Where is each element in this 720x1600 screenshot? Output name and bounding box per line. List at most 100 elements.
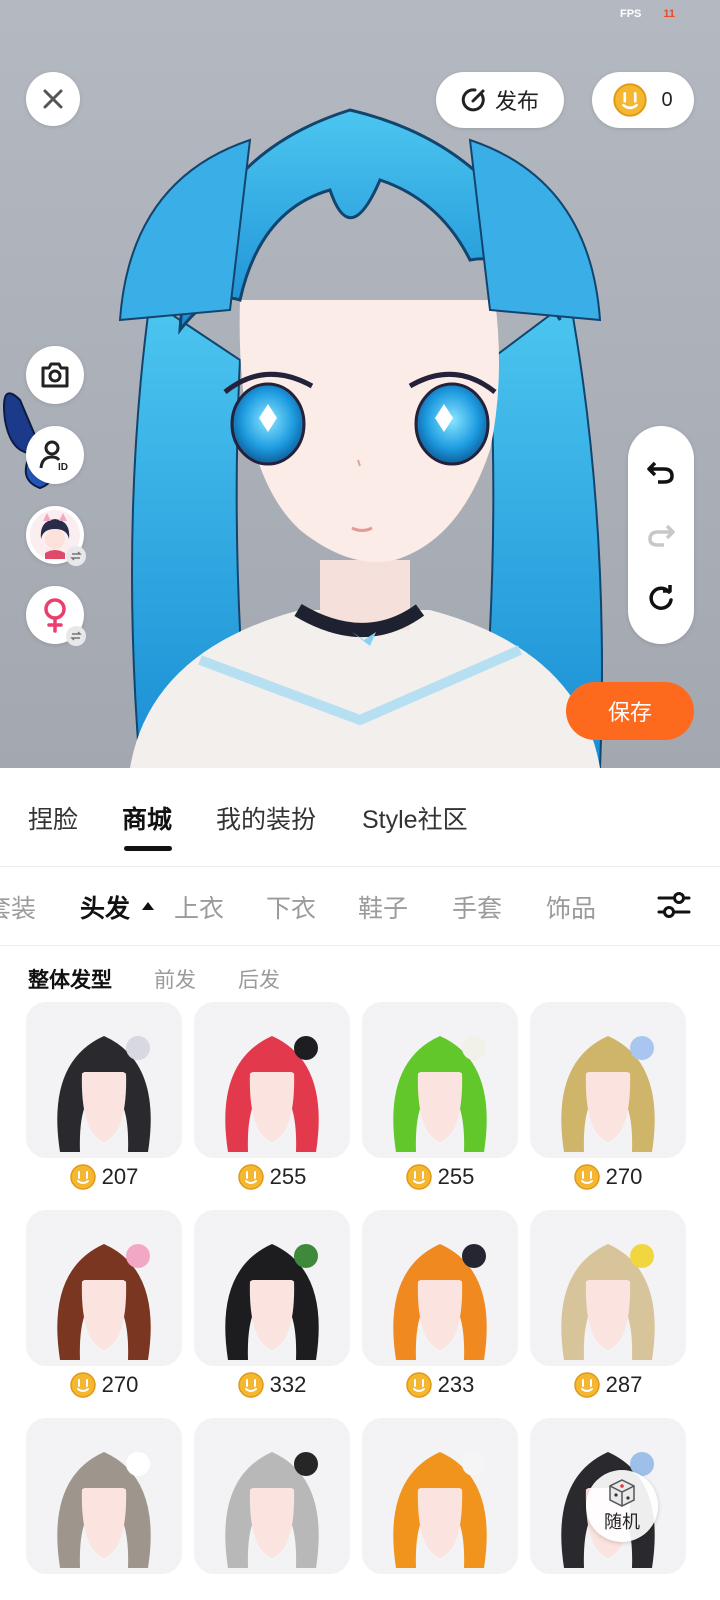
hair-item-tile[interactable] [194, 1418, 350, 1574]
category-suits[interactable]: 套装 [0, 889, 36, 925]
publish-label: 发布 [494, 89, 539, 114]
price-value: 255 [269, 1164, 307, 1189]
active-tab-indicator [124, 846, 172, 851]
hair-item-tile[interactable] [362, 1002, 518, 1158]
coin-icon [613, 83, 648, 117]
category-accessories[interactable]: 饰品 [546, 889, 596, 925]
dice-icon [609, 1479, 635, 1507]
person-id-icon: ID [39, 440, 68, 472]
price-tag: 207 [26, 1162, 182, 1192]
coin-icon [573, 1372, 600, 1398]
price-value: 287 [605, 1372, 643, 1397]
fps-counter: FPS 11 [620, 8, 675, 20]
publish-icon [461, 88, 485, 112]
category-hair[interactable]: 头发 [80, 889, 130, 925]
save-button[interactable]: 保存 [566, 682, 694, 740]
hair-item-tile[interactable] [194, 1210, 350, 1366]
tab-style-community[interactable]: Style社区 [362, 800, 468, 836]
price-tag: 287 [530, 1370, 686, 1400]
category-gloves[interactable]: 手套 [452, 889, 502, 925]
hairstyle-thumbnail [393, 1036, 487, 1152]
camera-icon [41, 362, 69, 388]
category-bottoms[interactable]: 下衣 [266, 889, 316, 925]
avatar-preview[interactable]: FPS 11 发布 0 ID 保存 [0, 0, 720, 768]
female-icon [44, 598, 66, 633]
main-tab-bar: 捏脸 商城 我的装扮 Style社区 [0, 768, 720, 866]
hairstyle-thumbnail [561, 1244, 655, 1360]
coin-icon [573, 1164, 600, 1190]
hairstyle-thumbnail [57, 1452, 151, 1568]
category-bar: 套装 头发 上衣 下衣 鞋子 手套 饰品 [0, 866, 720, 946]
price-tag: 332 [194, 1370, 350, 1400]
hair-item-tile[interactable] [26, 1210, 182, 1366]
coin-icon [237, 1164, 264, 1190]
coin-icon [405, 1372, 432, 1398]
close-button[interactable] [26, 72, 80, 126]
swap-arrows-icon [70, 631, 82, 641]
fps-label: FPS [620, 8, 642, 20]
price-tag: 270 [26, 1370, 182, 1400]
swap-arrows-icon [70, 551, 82, 561]
redo-icon [648, 524, 675, 547]
undo-button[interactable] [641, 452, 681, 492]
close-icon [43, 89, 63, 109]
coin-balance-button[interactable]: 0 [592, 72, 694, 128]
category-shoes[interactable]: 鞋子 [358, 889, 408, 925]
reset-button[interactable] [641, 578, 681, 618]
subtab-front-hair[interactable]: 前发 [154, 964, 196, 994]
publish-button[interactable]: 发布 [436, 72, 564, 128]
hair-item-tile[interactable] [530, 1002, 686, 1158]
coin-icon [69, 1164, 96, 1190]
tab-shop[interactable]: 商城 [122, 800, 172, 836]
history-controls [628, 426, 694, 644]
hair-item-tile[interactable] [26, 1002, 182, 1158]
hairstyle-thumbnail [561, 1036, 655, 1152]
caret-up-icon [142, 902, 154, 910]
price-value: 207 [101, 1164, 139, 1189]
hairstyle-thumbnail [57, 1244, 151, 1360]
gender-switch-button[interactable] [26, 586, 86, 646]
coin-icon [69, 1372, 96, 1398]
undo-icon [647, 461, 674, 484]
hairstyle-thumbnail [225, 1452, 319, 1568]
price-value: 255 [437, 1164, 475, 1189]
avatar-id-button[interactable]: ID [26, 426, 84, 484]
random-button[interactable]: 随机 [586, 1470, 658, 1542]
filter-sliders-icon [657, 892, 691, 918]
price-tag: 255 [194, 1162, 350, 1192]
category-tops[interactable]: 上衣 [174, 889, 224, 925]
random-label: 随机 [604, 1512, 640, 1532]
price-tag: 255 [362, 1162, 518, 1192]
fps-value: 11 [663, 8, 676, 20]
tab-my-outfits[interactable]: 我的装扮 [216, 800, 316, 836]
hair-item-tile[interactable] [194, 1002, 350, 1158]
hair-item-tile[interactable] [362, 1418, 518, 1574]
subtab-back-hair[interactable]: 后发 [238, 964, 280, 994]
coin-icon [237, 1372, 264, 1398]
reset-icon [649, 585, 673, 611]
coin-balance: 0 [661, 88, 673, 111]
camera-button[interactable] [26, 346, 84, 404]
price-value: 270 [605, 1164, 643, 1189]
subtab-full-hairstyle[interactable]: 整体发型 [28, 964, 112, 994]
swap-badge [66, 626, 86, 646]
hairstyle-thumbnail [225, 1036, 319, 1152]
hairstyle-thumbnail [225, 1244, 319, 1360]
hairstyle-thumbnail [393, 1244, 487, 1360]
hair-item-tile[interactable] [26, 1418, 182, 1574]
price-tag: 270 [530, 1162, 686, 1192]
hairstyle-thumbnail [57, 1036, 151, 1152]
price-tag: 233 [362, 1370, 518, 1400]
filter-button[interactable] [654, 885, 694, 925]
svg-text:ID: ID [58, 462, 68, 472]
price-value: 233 [437, 1372, 475, 1397]
tab-face[interactable]: 捏脸 [28, 800, 78, 836]
price-value: 270 [101, 1372, 139, 1397]
hair-item-tile[interactable] [362, 1210, 518, 1366]
hair-item-tile[interactable] [530, 1210, 686, 1366]
preset-look-button[interactable] [26, 506, 86, 566]
coin-icon [405, 1164, 432, 1190]
redo-button[interactable] [641, 515, 681, 555]
hair-subcategory-bar: 整体发型 前发 后发 [0, 964, 720, 1004]
hairstyle-thumbnail [393, 1452, 487, 1568]
